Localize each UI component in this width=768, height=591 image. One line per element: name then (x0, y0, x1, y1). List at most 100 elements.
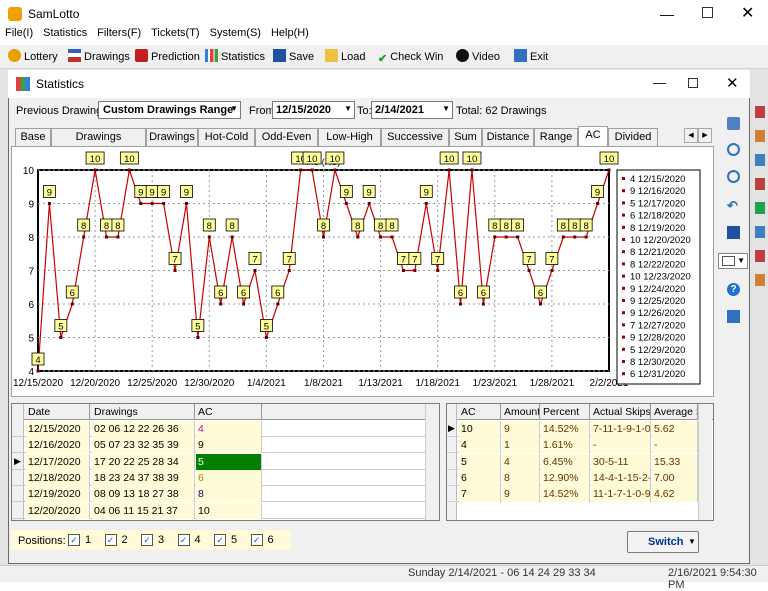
tab-divided[interactable]: Divided (608, 128, 658, 146)
color-picker[interactable]: ▼ (718, 253, 748, 269)
table-row[interactable]: 12/18/2020 18 23 24 37 38 39 6 (12, 469, 425, 486)
table-scrollbar[interactable] (698, 404, 712, 520)
save-button[interactable]: Save (273, 48, 314, 66)
tab-successive[interactable]: Successive (381, 128, 449, 146)
menu-statistics[interactable]: Statistics (43, 27, 87, 39)
table-row[interactable]: 5 4 6.45% 30-5-11 15.33 (447, 453, 698, 470)
drawings-cell: 08 09 13 18 27 38 (92, 486, 195, 503)
video-button[interactable]: Video (456, 48, 500, 66)
tab-ac[interactable]: AC (578, 126, 608, 147)
zoom-in-icon[interactable] (727, 143, 740, 156)
tab-distance[interactable]: Distance (482, 128, 534, 146)
table-row[interactable]: ▶ 10914.52%7-11-1-9-1-0-1-5.62 (447, 421, 698, 437)
column-header[interactable]: AC (459, 404, 501, 420)
side-icon[interactable] (755, 130, 765, 142)
column-header[interactable]: Amount (502, 404, 540, 420)
table-row[interactable]: 12/16/2020 05 07 23 32 35 39 9 (12, 437, 425, 454)
range-select[interactable]: Custom Drawings Range ▼ (98, 101, 241, 119)
lottery-button[interactable]: Lottery (8, 48, 58, 66)
data-point (184, 202, 188, 205)
save-chart-icon[interactable] (727, 226, 740, 239)
status-datetime: 2/16/2021 9:54:30 PM (668, 567, 757, 591)
position-checkbox-2[interactable]: ✓ 2 (104, 533, 135, 547)
column-header[interactable]: Date (26, 404, 90, 420)
from-date-picker[interactable]: 12/15/2020 ▼ (272, 101, 355, 119)
position-checkbox-4[interactable]: ✓ 4 (177, 533, 208, 547)
window-title: Statistics (36, 77, 85, 91)
to-label: To: (357, 105, 372, 117)
maximize-icon[interactable] (702, 7, 713, 18)
column-header[interactable]: Average S (652, 404, 698, 420)
side-icon[interactable] (755, 226, 765, 238)
side-icon[interactable] (755, 154, 765, 166)
tab-range[interactable]: Range (534, 128, 578, 146)
side-icon[interactable] (755, 202, 765, 214)
tab-sum[interactable]: Sum (449, 128, 482, 146)
position-checkbox-3[interactable]: ✓ 3 (141, 533, 171, 547)
data-point (584, 235, 588, 239)
side-icon[interactable] (755, 274, 765, 286)
exit-chart-icon[interactable] (727, 310, 740, 323)
data-label: 10 (444, 154, 455, 165)
drawings-button[interactable]: Drawings (68, 48, 130, 66)
data-point (93, 168, 97, 172)
table-row[interactable]: 12/19/2020 08 09 13 18 27 38 8 (12, 486, 425, 503)
statistics-button[interactable]: Statistics (205, 48, 265, 66)
menu-tickets[interactable]: Tickets(T) (151, 27, 199, 39)
drawings-cell: 17 20 22 25 28 34 (92, 453, 195, 470)
data-point (253, 269, 257, 272)
legend-marker (622, 360, 625, 363)
table-row[interactable]: ▶ 12/17/2020 17 20 22 25 28 34 5 (12, 453, 425, 470)
table-row[interactable]: 6812.90%14-4-1-15-2-1-7.00 (447, 469, 698, 486)
data-point (436, 269, 440, 272)
switch-button[interactable]: Switch ▼ (627, 531, 699, 553)
menu-filters[interactable]: Filters(F) (97, 27, 141, 39)
tab-scroll-left[interactable]: ◀ (684, 128, 698, 143)
position-checkbox-6[interactable]: ✓ 6 (250, 533, 281, 547)
tab-odd-even[interactable]: Odd-Even (255, 128, 318, 146)
check-win-button[interactable]: ✔ Check Win (378, 48, 443, 66)
column-header[interactable]: Percent (541, 404, 590, 420)
prediction-button[interactable]: Prediction (135, 48, 200, 66)
window-close-icon[interactable]: ✕ (726, 74, 739, 92)
undo-icon[interactable]: ↶ (727, 198, 738, 214)
table-scrollbar[interactable] (425, 404, 439, 520)
load-button[interactable]: Load (325, 48, 365, 66)
minimize-icon[interactable]: — (660, 6, 674, 22)
side-icon[interactable] (755, 106, 765, 118)
zoom-out-icon[interactable] (727, 170, 740, 183)
help-icon[interactable]: ? (727, 283, 740, 296)
close-icon[interactable]: ✕ (741, 3, 754, 23)
table-row[interactable]: 12/15/2020 02 06 12 22 26 36 4 (12, 421, 425, 437)
side-icon[interactable] (755, 178, 765, 190)
tab-drawings[interactable]: Drawings (146, 128, 198, 146)
table-row[interactable]: 4 1 1.61% - - (447, 437, 698, 454)
position-checkbox-5[interactable]: ✓ 5 (214, 533, 244, 547)
print-icon[interactable] (727, 117, 740, 130)
data-point (470, 168, 474, 172)
column-header[interactable]: Drawings (92, 404, 195, 420)
to-date-picker[interactable]: 2/14/2021 ▼ (371, 101, 453, 119)
tab-low-high[interactable]: Low-High (318, 128, 381, 146)
exit-button[interactable]: Exit (514, 48, 548, 66)
window-minimize-icon[interactable]: — (653, 75, 666, 90)
data-point (493, 235, 497, 239)
menu-help[interactable]: Help(H) (271, 27, 309, 39)
column-header[interactable]: AC (196, 404, 262, 420)
table-row[interactable]: 12/20/2020 04 06 11 15 21 37 10 (12, 502, 425, 519)
menu-file[interactable]: File(I) (5, 27, 33, 39)
tab-base[interactable]: Base (15, 128, 51, 146)
column-header[interactable]: Actual Skips (591, 404, 651, 420)
data-point (424, 202, 428, 205)
data-point (379, 235, 383, 239)
tab-hot-cold[interactable]: Hot-Cold (198, 128, 255, 146)
tab-scroll-right[interactable]: ▶ (698, 128, 712, 143)
side-icon[interactable] (755, 250, 765, 262)
window-maximize-icon[interactable] (688, 78, 698, 88)
summary-cell: 5 (459, 453, 501, 470)
menu-system[interactable]: System(S) (210, 27, 261, 39)
data-point (550, 269, 554, 272)
tab-drawings-distributing[interactable]: Drawings Distributing (51, 128, 146, 159)
position-checkbox-1[interactable]: ✓ 1 (68, 533, 98, 547)
table-row[interactable]: 7914.52%11-1-7-1-0-9-2-4.62 (447, 486, 698, 503)
